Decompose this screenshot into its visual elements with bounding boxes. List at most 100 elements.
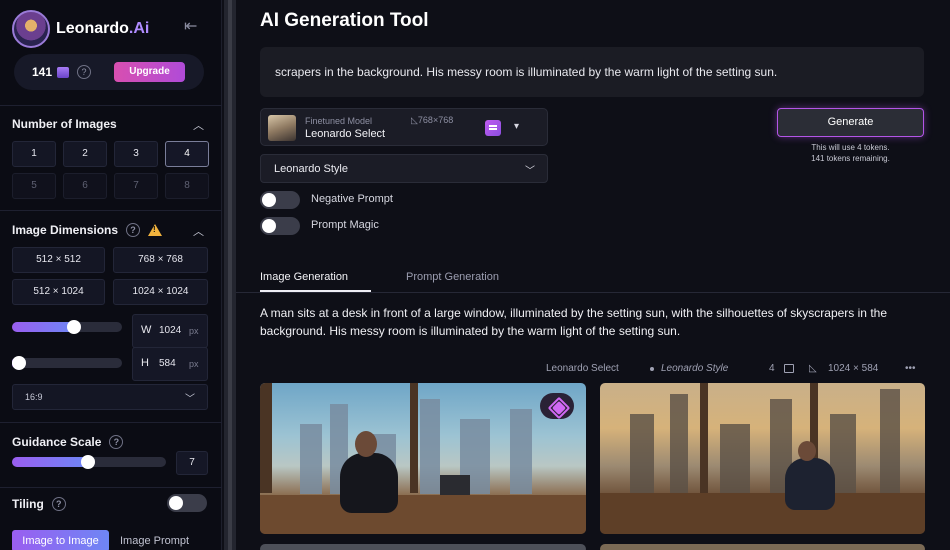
width-field[interactable]: W 1024 px bbox=[132, 314, 208, 348]
remix-icon[interactable] bbox=[540, 393, 574, 419]
dimension-1024x1024[interactable]: 1024 × 1024 bbox=[113, 279, 208, 305]
width-label: W bbox=[141, 324, 152, 336]
num-images-8[interactable]: 8 bbox=[165, 173, 209, 199]
active-tab-underline bbox=[260, 290, 371, 292]
help-icon[interactable]: ? bbox=[109, 435, 124, 449]
num-images-6[interactable]: 6 bbox=[63, 173, 107, 199]
model-dimensions: ◺768×768 bbox=[411, 115, 454, 125]
help-icon[interactable]: ? bbox=[77, 65, 92, 79]
meta-model: Leonardo Select bbox=[546, 363, 619, 374]
image-icon bbox=[784, 364, 794, 373]
width-slider-thumb[interactable] bbox=[67, 320, 81, 334]
tokens-remaining-note: 141 tokens remaining. bbox=[811, 154, 890, 163]
person bbox=[340, 453, 398, 513]
tab-prompt-generation[interactable]: Prompt Generation bbox=[406, 271, 499, 283]
panel-resize-handle[interactable] bbox=[224, 0, 236, 550]
window-frame bbox=[260, 383, 272, 493]
person-head bbox=[798, 441, 816, 461]
model-details-icon[interactable] bbox=[485, 120, 501, 136]
window-frame bbox=[410, 383, 418, 493]
sidebar: Leonardo.Ai ⇤ 141 ? Upgrade Number of Im… bbox=[0, 0, 222, 550]
negative-prompt-toggle[interactable] bbox=[260, 191, 300, 209]
negative-prompt-label: Negative Prompt bbox=[311, 193, 393, 205]
dimension-512x1024[interactable]: 512 × 1024 bbox=[12, 279, 105, 305]
guidance-scale-title: Guidance Scale ? bbox=[12, 435, 124, 449]
prompt-magic-toggle[interactable] bbox=[260, 217, 300, 235]
laptop bbox=[440, 475, 470, 495]
number-of-images-title: Number of Images bbox=[12, 117, 117, 131]
width-value[interactable]: 1024 bbox=[159, 325, 181, 336]
dimension-512x512[interactable]: 512 × 512 bbox=[12, 247, 105, 273]
model-dimensions-value: 768×768 bbox=[417, 115, 454, 125]
generated-image-3[interactable] bbox=[260, 544, 586, 550]
chevron-down-icon: ﹀ bbox=[525, 166, 535, 177]
desk bbox=[260, 495, 586, 534]
num-images-1[interactable]: 1 bbox=[12, 141, 56, 167]
more-options-icon[interactable]: ••• bbox=[905, 363, 916, 374]
height-field[interactable]: H 584 px bbox=[132, 347, 208, 381]
brand[interactable]: Leonardo.Ai bbox=[12, 10, 149, 48]
collapse-sidebar-icon[interactable]: ⇤ bbox=[184, 16, 197, 36]
divider bbox=[0, 422, 222, 423]
skyscraper bbox=[420, 399, 440, 494]
guidance-slider-thumb[interactable] bbox=[81, 455, 96, 469]
generated-image-1[interactable] bbox=[260, 383, 586, 534]
guidance-slider[interactable] bbox=[12, 455, 166, 469]
person bbox=[785, 458, 835, 510]
dimensions-icon: ◺ bbox=[809, 363, 817, 374]
help-icon[interactable]: ? bbox=[51, 497, 66, 511]
image-dimensions-title: Image Dimensions ? bbox=[12, 223, 163, 237]
chevron-down-icon: ﹀ bbox=[185, 394, 195, 405]
model-select[interactable]: Finetuned Model Leonardo Select ◺768×768… bbox=[260, 108, 548, 146]
divider bbox=[0, 210, 222, 211]
skyscraper bbox=[880, 389, 900, 494]
help-icon[interactable]: ? bbox=[126, 223, 141, 237]
chevron-down-icon: ▾ bbox=[514, 121, 520, 132]
generated-image-2[interactable] bbox=[600, 383, 925, 534]
num-images-5[interactable]: 5 bbox=[12, 173, 56, 199]
guidance-slider-fill bbox=[12, 457, 89, 467]
style-select[interactable]: Leonardo Style ﹀ bbox=[260, 154, 548, 183]
dimension-768x768[interactable]: 768 × 768 bbox=[113, 247, 208, 273]
generate-button[interactable]: Generate bbox=[777, 108, 924, 137]
width-unit: px bbox=[189, 326, 199, 336]
style-value: Leonardo Style bbox=[274, 163, 348, 175]
desk bbox=[600, 493, 925, 534]
page-title: AI Generation Tool bbox=[260, 10, 429, 31]
token-coin-icon bbox=[57, 66, 70, 78]
brand-name: Leonardo.Ai bbox=[56, 20, 150, 37]
chevron-up-icon[interactable]: ︿ bbox=[193, 223, 204, 239]
tab-image-prompt[interactable]: Image Prompt bbox=[120, 535, 189, 547]
guidance-scale-label: Guidance Scale bbox=[12, 435, 102, 449]
height-slider-thumb[interactable] bbox=[12, 356, 26, 370]
tab-image-generation[interactable]: Image Generation bbox=[260, 271, 348, 283]
meta-dot bbox=[650, 367, 654, 371]
height-slider[interactable] bbox=[12, 356, 122, 370]
warning-icon[interactable] bbox=[148, 224, 163, 236]
tab-image-to-image[interactable]: Image to Image bbox=[12, 530, 109, 550]
aspect-ratio-select[interactable]: 16:9 ﹀ bbox=[12, 384, 208, 410]
divider bbox=[0, 487, 222, 488]
height-label: H bbox=[141, 357, 149, 369]
width-slider[interactable] bbox=[12, 320, 122, 334]
toggle-knob bbox=[262, 193, 276, 207]
num-images-7[interactable]: 7 bbox=[114, 173, 158, 199]
image-dimensions-label: Image Dimensions bbox=[12, 223, 119, 237]
num-images-3[interactable]: 3 bbox=[114, 141, 158, 167]
generated-image-4[interactable] bbox=[600, 544, 925, 550]
guidance-value[interactable]: 7 bbox=[176, 451, 208, 475]
height-value[interactable]: 584 bbox=[159, 358, 176, 369]
num-images-2[interactable]: 2 bbox=[63, 141, 107, 167]
num-images-4[interactable]: 4 bbox=[165, 141, 209, 167]
person-head bbox=[355, 431, 377, 457]
height-unit: px bbox=[189, 359, 199, 369]
prompt-input[interactable]: scrapers in the background. His messy ro… bbox=[260, 47, 924, 97]
model-kicker: Finetuned Model bbox=[305, 116, 373, 126]
upgrade-button[interactable]: Upgrade bbox=[114, 62, 185, 82]
tiling-toggle[interactable] bbox=[167, 494, 207, 512]
tab-divider bbox=[236, 292, 950, 293]
meta-count: 4 bbox=[769, 363, 775, 374]
divider bbox=[0, 105, 222, 106]
skyscraper bbox=[300, 424, 322, 494]
chevron-up-icon[interactable]: ︿ bbox=[193, 117, 204, 133]
